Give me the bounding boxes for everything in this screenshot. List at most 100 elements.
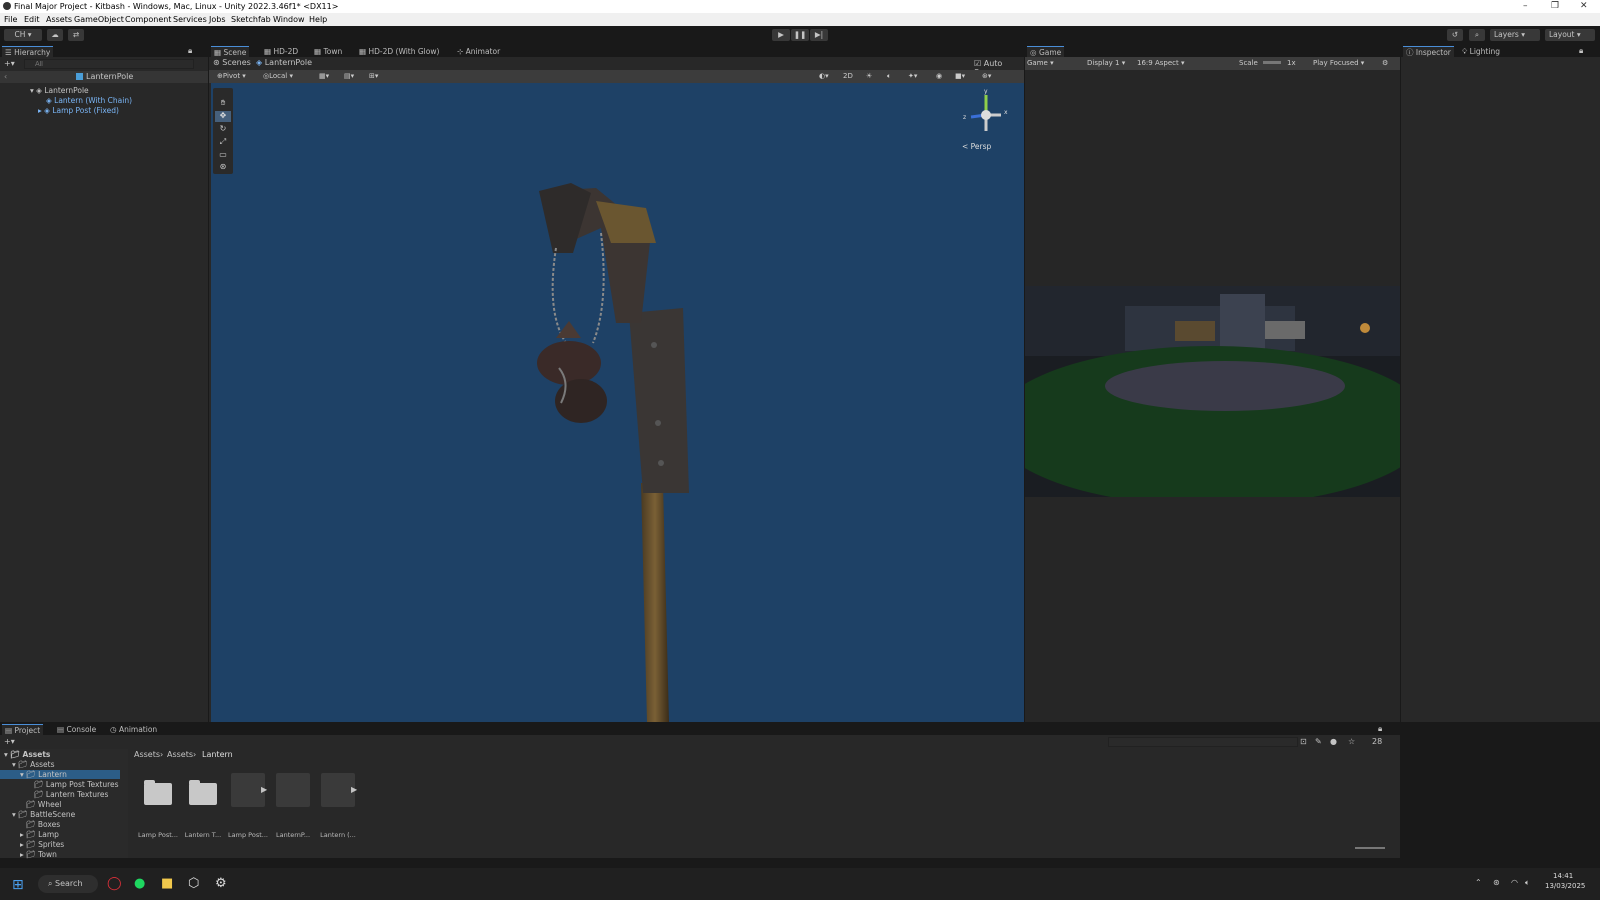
- menu-services[interactable]: Services: [173, 15, 207, 24]
- tree-lamp-post-textures[interactable]: 📁︎ Lamp Post Textures: [34, 780, 119, 789]
- tray-chevron-icon[interactable]: ⌃: [1475, 878, 1482, 887]
- spotify-icon[interactable]: ●: [134, 876, 145, 891]
- history-icon[interactable]: ↺: [1447, 29, 1463, 41]
- step-button[interactable]: ▶|: [810, 29, 828, 41]
- tab-lighting[interactable]: 💡︎ Lighting: [1459, 46, 1503, 57]
- project-lock-icon[interactable]: 🔒︎: [1378, 724, 1382, 734]
- add-object-button[interactable]: +▾: [4, 59, 15, 68]
- windows-start-icon[interactable]: ⊞: [12, 877, 24, 893]
- tab-animation[interactable]: ◷ Animation: [107, 724, 160, 735]
- tab-town[interactable]: ▦ Town: [311, 46, 345, 57]
- tree-town[interactable]: ▸ 📁︎ Town: [20, 850, 57, 859]
- lock-icon[interactable]: 🔒︎: [188, 46, 192, 56]
- tab-scene[interactable]: ▦ Scene: [211, 46, 250, 57]
- create-asset-button[interactable]: +▾: [4, 737, 15, 746]
- inspector-lock-icon[interactable]: 🔒︎: [1579, 46, 1583, 56]
- visibility-icon[interactable]: ◉: [936, 72, 942, 80]
- play-focused-dropdown[interactable]: Play Focused ▾: [1313, 59, 1364, 67]
- prefab-thumbnail[interactable]: ▶: [321, 773, 357, 807]
- project-search-input[interactable]: [1108, 737, 1298, 747]
- camera-icon[interactable]: ■▾: [955, 72, 965, 80]
- opera-icon[interactable]: ◯: [107, 876, 122, 891]
- unity-editor-icon[interactable]: ⚙: [215, 876, 227, 891]
- tab-hd2d-glow[interactable]: ▦ HD-2D (With Glow): [356, 46, 442, 57]
- layers-dropdown[interactable]: Layers ▾: [1490, 29, 1540, 41]
- wifi-icon[interactable]: ◠: [1511, 878, 1518, 887]
- local-dropdown[interactable]: ◎Local ▾: [263, 72, 293, 80]
- menu-jobs[interactable]: Jobs: [209, 15, 226, 24]
- aspect-dropdown[interactable]: 16:9 Aspect ▾: [1137, 59, 1184, 67]
- hierarchy-search-input[interactable]: [24, 59, 194, 69]
- tab-game[interactable]: ◎ Game: [1027, 46, 1065, 57]
- tree-item-lanternpole[interactable]: ▾ ◈ LanternPole: [30, 86, 89, 95]
- breadcrumb-scenes[interactable]: ⊛ Scenes: [213, 58, 251, 67]
- menu-file[interactable]: File: [4, 15, 17, 24]
- grid-snap-icon[interactable]: ▦▾: [319, 72, 329, 80]
- menu-edit[interactable]: Edit: [24, 15, 40, 24]
- tab-hierarchy[interactable]: ☰ Hierarchy: [2, 46, 54, 57]
- account-button[interactable]: CH ▾: [4, 29, 42, 41]
- menu-help[interactable]: Help: [309, 15, 327, 24]
- search-by-type-icon[interactable]: ⊡: [1300, 737, 1307, 746]
- tray-app-icon[interactable]: ⊛: [1493, 878, 1500, 887]
- tree-lantern-textures[interactable]: 📁︎ Lantern Textures: [34, 790, 108, 799]
- pause-button[interactable]: ❚❚: [791, 29, 809, 41]
- expand-arrow-icon[interactable]: ▶: [261, 785, 267, 794]
- fx-icon[interactable]: ✦▾: [908, 72, 917, 80]
- breadcrumb-assets-1[interactable]: Assets: [134, 750, 160, 759]
- folder-icon[interactable]: [144, 780, 172, 805]
- layout-dropdown[interactable]: Layout ▾: [1545, 29, 1595, 41]
- unity-hub-icon[interactable]: ⬡: [188, 876, 199, 891]
- incremental-snap-icon[interactable]: ⊞▾: [369, 72, 378, 80]
- lighting-icon[interactable]: ☀: [866, 72, 872, 80]
- persp-label[interactable]: < Persp: [962, 142, 991, 151]
- menu-sketchfab[interactable]: Sketchfab: [231, 15, 271, 24]
- filter-icon[interactable]: ●: [1330, 737, 1337, 746]
- search-by-label-icon[interactable]: ✎: [1315, 737, 1322, 746]
- volume-icon[interactable]: 🔈︎: [1525, 878, 1530, 888]
- play-button[interactable]: ▶: [772, 29, 790, 41]
- tree-assets[interactable]: ▾ 📁︎ Assets: [12, 760, 54, 769]
- display-dropdown[interactable]: Display 1 ▾: [1087, 59, 1125, 67]
- snap-increment-icon[interactable]: ▤▾: [344, 72, 354, 80]
- game-settings-icon[interactable]: ⚙: [1382, 59, 1388, 67]
- lantern-pole-model[interactable]: [211, 83, 1024, 722]
- menu-window[interactable]: Window: [273, 15, 305, 24]
- tab-console[interactable]: ▤ Console: [54, 724, 99, 735]
- cloud-icon[interactable]: ☁: [47, 29, 63, 41]
- tree-assets-root[interactable]: ▾ 📁︎ Assets: [4, 750, 50, 759]
- folder-icon[interactable]: [189, 780, 217, 805]
- shading-mode-icon[interactable]: ◐▾: [819, 72, 829, 80]
- taskbar-search[interactable]: ⌕ Search: [38, 875, 98, 893]
- tree-boxes[interactable]: 📁︎ Boxes: [26, 820, 60, 829]
- breadcrumb-lanternpole[interactable]: ◈ LanternPole: [256, 58, 312, 67]
- scene-viewport[interactable]: ✋︎ ✥ ↻ ⤢ ▭ ⊛ z y x < Persp: [211, 83, 1024, 722]
- audio-icon[interactable]: 🔈︎: [887, 72, 891, 81]
- breadcrumb-assets-2[interactable]: Assets: [167, 750, 193, 759]
- expand-arrow-icon[interactable]: ▶: [351, 785, 357, 794]
- collab-icon[interactable]: ⇄: [68, 29, 84, 41]
- tree-wheel[interactable]: 📁︎ Wheel: [26, 800, 61, 809]
- menu-assets[interactable]: Assets: [46, 15, 72, 24]
- favorite-icon[interactable]: ☆: [1348, 737, 1355, 746]
- file-explorer-icon[interactable]: ■: [161, 876, 173, 891]
- tree-item-lantern-with-chain[interactable]: ◈ Lantern (With Chain): [46, 96, 132, 105]
- tab-animator[interactable]: ⊹ Animator: [454, 46, 503, 57]
- pivot-dropdown[interactable]: ⊕Pivot ▾: [217, 72, 246, 80]
- tree-battlescene[interactable]: ▾ 📁︎ BattleScene: [12, 810, 75, 819]
- minimize-button[interactable]: –: [1523, 1, 1528, 11]
- tree-sprites[interactable]: ▸ 📁︎ Sprites: [20, 840, 64, 849]
- gizmos-icon[interactable]: ⊛▾: [982, 72, 991, 80]
- tree-lamp[interactable]: ▸ 📁︎ Lamp: [20, 830, 59, 839]
- menu-component[interactable]: Component: [125, 15, 171, 24]
- maximize-button[interactable]: ❐: [1551, 1, 1559, 11]
- menu-gameobject[interactable]: GameObject: [74, 15, 124, 24]
- prefab-thumbnail[interactable]: [276, 773, 310, 807]
- tab-inspector[interactable]: ⓘ Inspector: [1403, 46, 1454, 57]
- toggle-2d-button[interactable]: 2D: [843, 72, 853, 80]
- search-icon[interactable]: ⌕: [1469, 29, 1485, 41]
- tree-item-lamp-post[interactable]: ▸ ◈ Lamp Post (Fixed): [38, 106, 119, 115]
- tab-hd2d[interactable]: ▦ HD-2D: [261, 46, 301, 57]
- scale-slider[interactable]: [1263, 61, 1281, 64]
- prefab-thumbnail[interactable]: ▶: [231, 773, 267, 807]
